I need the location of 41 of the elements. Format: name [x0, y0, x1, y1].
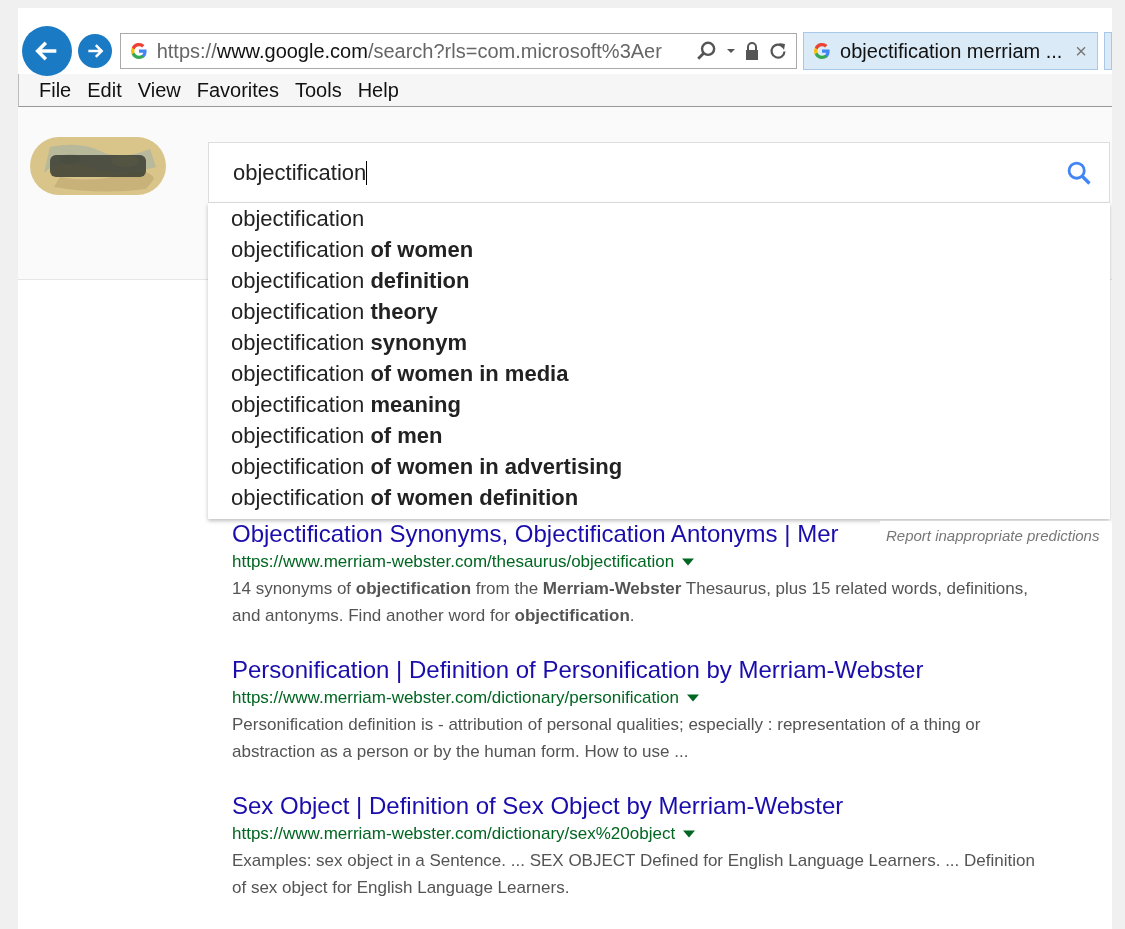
back-button[interactable] [22, 26, 72, 76]
result-title-link[interactable]: Objectification Synonyms, Objectification Antonyms | Mer [232, 519, 839, 549]
menu-item[interactable]: Favorites [188, 78, 287, 102]
browser-tab[interactable]: objectification merriam ... × [803, 32, 1099, 70]
suggestion-item[interactable]: objectification theory [231, 296, 1110, 327]
result-url: https://www.merriam-webster.com/dictionary/personification [232, 688, 679, 708]
result-url: https://www.merriam-webster.com/thesaurus/objectification [232, 552, 675, 572]
suggestion-item[interactable]: objectification of women in media [231, 358, 1110, 389]
menu-item[interactable]: Help [349, 78, 407, 102]
result-title-link[interactable]: Sex Object | Definition of Sex Object by Merriam-Webster [232, 791, 844, 821]
suggestion-item[interactable]: objectification definition [231, 265, 1110, 296]
search-field[interactable]: objectification [208, 142, 1110, 203]
google-g-icon [812, 41, 833, 61]
google-g-icon [128, 41, 149, 61]
suggestion-item[interactable]: objectification of women [231, 234, 1110, 265]
tab-title: objectification merriam ... [840, 39, 1064, 63]
dropdown-caret-icon[interactable] [682, 556, 695, 568]
result-url: https://www.merriam-webster.com/dictionary/sex%20object [232, 824, 676, 844]
suggestion-item[interactable]: objectification of men [231, 420, 1110, 451]
lock-icon [744, 41, 761, 61]
result-snippet: Examples: sex object in a Sentence. ... SEX OBJECT Defined for English Language Learners. ... Definition of sex object for English Language Learners. [232, 850, 1036, 899]
close-tab-button[interactable]: × [1073, 39, 1090, 63]
dropdown-caret-icon[interactable] [726, 46, 737, 56]
forward-button[interactable] [77, 34, 112, 68]
address-url[interactable]: https://www.google.com/search?rls=com.microsoft%3Aer [156, 39, 689, 63]
result-snippet: 14 synonyms of objectification from the Merriam-Webster Thesaurus, plus 15 related words, definitions, and antonyms. Find another word for objectification. [232, 578, 1029, 627]
address-bar[interactable]: https://www.google.com/search?rls=com.microsoft%3Aer [119, 33, 798, 69]
menu-item[interactable]: File [31, 78, 80, 102]
suggestion-item[interactable]: objectification of women definition [231, 482, 1110, 513]
menu-item[interactable]: View [129, 78, 189, 102]
dropdown-caret-icon[interactable] [686, 692, 699, 704]
menu-item[interactable]: Tools [286, 78, 350, 102]
search-text: objectification [233, 159, 367, 186]
suggestion-item[interactable]: objectification [231, 203, 1110, 234]
suggestion-item[interactable]: objectification of women in advertising [231, 451, 1110, 482]
menu-item[interactable]: Edit [79, 78, 130, 102]
suggestion-item[interactable]: objectification synonym [231, 327, 1110, 358]
suggestion-item[interactable]: objectification meaning [231, 389, 1110, 420]
result-title-link[interactable]: Personification | Definition of Personification by Merriam-Webster [232, 655, 924, 685]
dropdown-caret-icon[interactable] [683, 828, 696, 840]
result-snippet: Personification definition is - attribution of personal qualities; especially : representation of a thing or abstraction as a person or by the human form. How to use ... [232, 714, 982, 763]
